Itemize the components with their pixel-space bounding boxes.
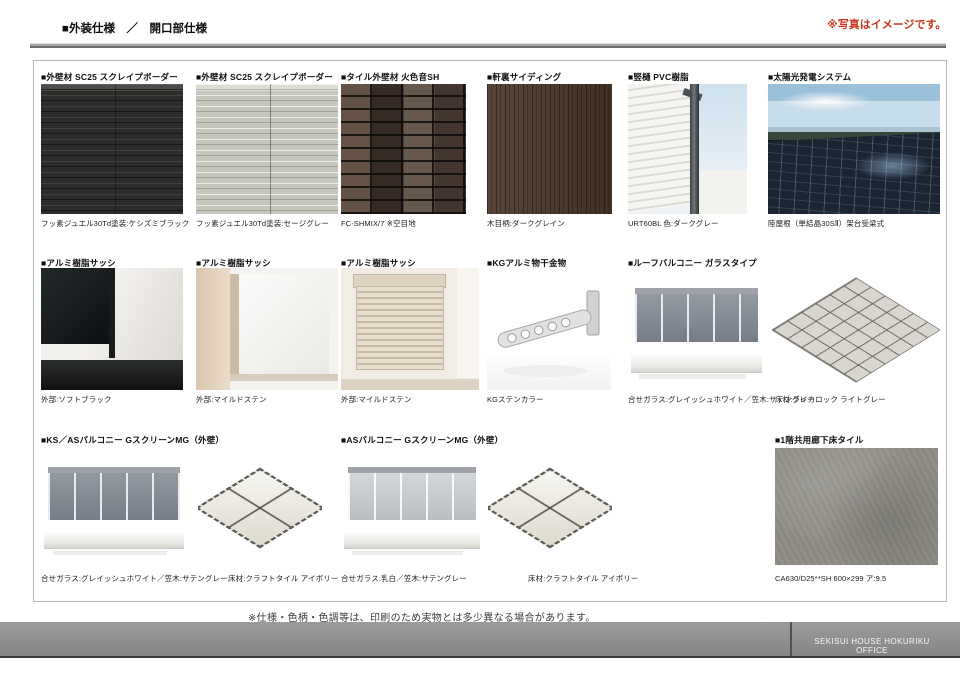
solar-panel-photo: [768, 84, 940, 214]
window-glass: [239, 274, 330, 374]
footer-divider: [790, 622, 792, 656]
pipe-body: [690, 84, 700, 214]
product-caption: CA630/D25**SH 600×299 ア:9.5: [775, 573, 886, 584]
page-title: ■外装仕様 ／ 開口部仕様: [62, 20, 207, 36]
product-label: ■ASバルコニー GスクリーンMG（外壁）: [341, 434, 503, 446]
balcony-base: [631, 342, 763, 371]
product-label: ■外壁材 SC25 スクレイプボーダー: [196, 71, 333, 83]
downspout-photo: [628, 84, 747, 214]
sash-shutter-photo: [341, 268, 479, 390]
product-caption: KGステンカラー: [487, 394, 544, 405]
ks-as-balcony-photo: [41, 448, 187, 566]
header-rule: [30, 43, 946, 48]
window-glass: [41, 268, 112, 344]
as-floor-tile-photo: [488, 450, 612, 566]
exterior-wall-dark-swatch: [41, 84, 183, 214]
sash-black-photo: [41, 268, 183, 390]
siding-texture: [628, 84, 697, 214]
product-label: ■軒裏サイディング: [487, 71, 561, 83]
product-caption: 外部:ソフトブラック: [41, 394, 112, 405]
product-label: ■KS／ASバルコニー GスクリーンMG（外壁）: [41, 434, 224, 446]
window-frame: [230, 274, 239, 374]
balcony-shadow: [53, 551, 167, 556]
balcony-glass: [48, 473, 179, 520]
product-caption: 外部:マイルドステン: [196, 394, 267, 405]
wall-area: [457, 268, 479, 378]
product-caption: 合せガラス:グレイッシュホワイト／笠木:サテングレー: [41, 573, 228, 584]
product-label: ■竪樋 PVC樹脂: [628, 71, 689, 83]
product-caption: 床材:ライカロック ライトグレー: [775, 394, 886, 405]
eaves-siding-swatch: [487, 84, 612, 214]
window-frame: [41, 360, 183, 391]
shutter-slats: [356, 286, 444, 370]
sun-glint: [854, 152, 931, 181]
product-caption: URT60BL 色:ダークグレー: [628, 218, 718, 229]
product-caption: 床材:クラフトタイル アイボリー: [228, 573, 338, 584]
product-label: ■太陽光発電システム: [768, 71, 851, 83]
tile-grid: [772, 277, 940, 382]
tile-grid: [198, 468, 322, 549]
photo-note: ※写真はイメージです。: [827, 16, 946, 32]
footer-office-label: SEKISUI HOUSE HOKURIKU OFFICE: [798, 637, 946, 655]
product-label: ■外壁材 SC25 スクレイプボーダー: [41, 71, 178, 83]
laundry-bracket-photo: [487, 268, 611, 390]
product-caption: 床材:クラフトタイル アイボリー: [528, 573, 638, 584]
wall-area: [693, 170, 747, 214]
product-caption: 合せガラス:乳白／笠木:サテングレー: [341, 573, 467, 584]
balcony-base: [44, 520, 184, 548]
product-caption: 陸屋根（単結晶30SⅡ）架台受梁式: [768, 218, 884, 229]
product-caption: FC-SHMIX/7 ※空目地: [341, 218, 416, 229]
ks-as-floor-tile-photo: [198, 450, 322, 566]
corridor-floor-tile-swatch: [775, 448, 938, 565]
roof-balcony-photo: [628, 268, 765, 390]
balcony-shadow: [639, 374, 746, 379]
floor-area: [341, 379, 479, 390]
spec-sheet-page: { "header": { "title": "■外装仕様 ／ 開口部仕様", …: [0, 0, 960, 679]
tile-wall-swatch: [341, 84, 466, 214]
balcony-glass: [635, 294, 758, 343]
balcony-glass: [348, 473, 476, 520]
sash-mild-photo: [196, 268, 338, 390]
exterior-wall-sage-swatch: [196, 84, 338, 214]
as-balcony-photo: [341, 448, 483, 566]
laundry-bracket-drawing: [487, 268, 611, 390]
balcony-floor-tile-photo: [772, 268, 940, 392]
window-rail: [109, 268, 115, 358]
product-label: ■タイル外壁材 火色音SH: [341, 71, 439, 83]
cloud: [778, 91, 873, 112]
product-caption: 木目柄:ダークグレイン: [487, 218, 565, 229]
balcony-base: [344, 520, 480, 548]
balcony-shadow: [352, 551, 463, 556]
product-label: ■1階共用廊下床タイル: [775, 434, 864, 446]
product-caption: フッ素ジュエル30Td塗装:セージグレー: [196, 218, 329, 229]
window-sill: [230, 374, 338, 381]
product-caption: フッ素ジュエル30Td塗装:ケシズミブラック: [41, 218, 189, 229]
wall-area: [196, 268, 230, 390]
tile-grid: [488, 468, 612, 549]
product-caption: 外部:マイルドステン: [341, 394, 412, 405]
